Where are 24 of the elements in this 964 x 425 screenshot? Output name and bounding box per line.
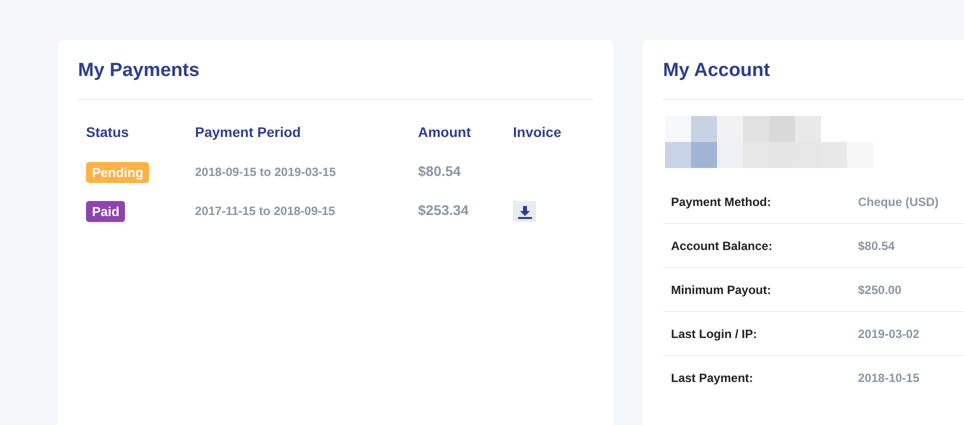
detail-value: Cheque (USD) bbox=[858, 194, 939, 208]
table-cell-text: 2017-11-15 to 2018-09-15 bbox=[195, 203, 336, 220]
detail-label: Minimum Payout: bbox=[671, 282, 772, 296]
table-cell-text: 2018-09-15 to 2019-03-15 bbox=[195, 164, 337, 181]
download-button[interactable] bbox=[513, 201, 536, 222]
column-header: Status bbox=[86, 123, 130, 142]
detail-label: Last Login / IP: bbox=[671, 326, 758, 340]
column-header: Payment Period bbox=[195, 123, 302, 142]
detail-value: $80.54 bbox=[858, 238, 895, 252]
detail-value: 2019-03-02 bbox=[858, 326, 920, 340]
detail-label: Account Balance: bbox=[671, 238, 774, 252]
detail-label: Payment Method: bbox=[671, 194, 772, 208]
detail-value: $250.00 bbox=[858, 282, 902, 296]
column-header: Amount bbox=[418, 123, 472, 142]
detail-label: Last Payment: bbox=[671, 370, 754, 384]
table-cell-text: $80.54 bbox=[418, 162, 462, 181]
download-icon bbox=[518, 204, 532, 218]
status-badge: Pending bbox=[86, 162, 150, 183]
card-title: My Payments bbox=[78, 59, 200, 83]
status-badge: Paid bbox=[86, 201, 126, 222]
table-cell-text: $253.34 bbox=[418, 201, 470, 220]
column-header: Invoice bbox=[513, 123, 562, 142]
detail-value: 2018-10-15 bbox=[858, 370, 920, 384]
card-title: My Account bbox=[663, 59, 771, 83]
